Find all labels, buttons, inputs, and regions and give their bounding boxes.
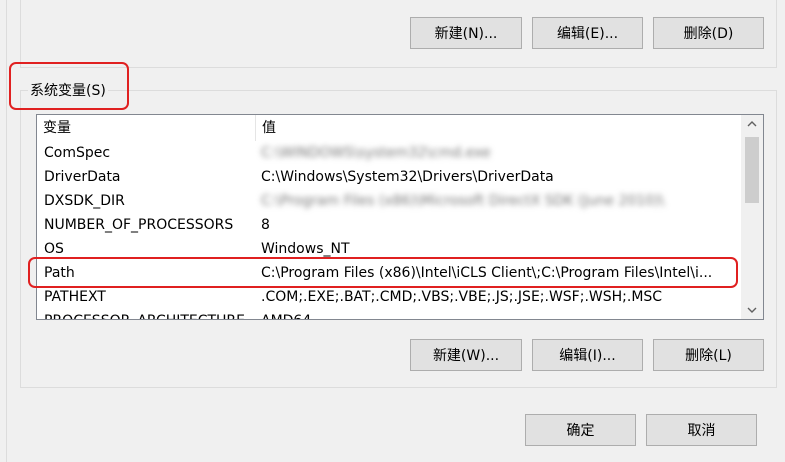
cancel-button[interactable]: 取消 [646,414,757,446]
list-rows: ComSpec C:\WINDOWS\system32\cmd.exe Driver… [37,141,741,319]
variable-name: PROCESSOR_ARCHITECTURE [44,309,252,319]
table-row[interactable]: PATHEXT .COM;.EXE;.BAT;.CMD;.VBS;.VBE;.JS… [37,285,741,309]
variable-name: ComSpec [44,145,111,161]
table-row[interactable]: ComSpec C:\WINDOWS\system32\cmd.exe [37,141,741,165]
variable-name: OS [44,241,64,257]
table-row[interactable]: Path C:\Program Files (x86)\Intel\iCLS Cl… [37,261,741,285]
variable-value-obscured: C:\Program Files (x86)\Microsoft DirectX… [261,193,665,209]
scroll-down-arrow-icon[interactable] [741,301,763,319]
user-delete-button[interactable]: 删除(D) [653,17,764,49]
vertical-scrollbar[interactable] [741,115,763,319]
table-row[interactable]: NUMBER_OF_PROCESSORS 8 [37,213,741,237]
variable-name: DXSDK_DIR [44,193,125,209]
window-left-edge [0,0,7,462]
variable-name: NUMBER_OF_PROCESSORS [44,217,234,233]
variable-name: PATHEXT [44,289,106,305]
user-new-button[interactable]: 新建(N)... [410,17,522,49]
variable-value: Windows_NT [261,241,350,257]
system-variables-title: 系统变量(S) [28,80,108,100]
variable-value: C:\Windows\System32\Drivers\DriverData [261,169,554,185]
table-row[interactable]: OS Windows_NT [37,237,741,261]
column-header-name[interactable]: 变量 [37,115,255,141]
column-header-value[interactable]: 值 [255,115,742,141]
system-variables-list[interactable]: 变量 值 ComSpec C:\WINDOWS\system32\cmd.exe D… [36,114,764,320]
table-row[interactable]: DXSDK_DIR C:\Program Files (x86)\Microsof… [37,189,741,213]
user-edit-button[interactable]: 编辑(E)... [532,17,643,49]
variable-value: .COM;.EXE;.BAT;.CMD;.VBS;.VBE;.JS;.JSE;.… [261,289,663,305]
variable-value: C:\Program Files (x86)\Intel\iCLS Client… [261,265,713,281]
variable-value: AMD64 [261,309,735,319]
scroll-up-arrow-icon[interactable] [741,115,763,133]
table-row[interactable]: PROCESSOR_ARCHITECTURE AMD64 [37,309,741,319]
variable-name: DriverData [44,169,121,185]
list-header: 变量 值 [37,115,741,141]
scrollbar-thumb[interactable] [745,137,759,203]
system-new-button[interactable]: 新建(W)... [410,339,522,371]
variable-name: Path [44,265,75,281]
variable-value: 8 [261,217,270,233]
ok-button[interactable]: 确定 [525,414,636,446]
system-delete-button[interactable]: 删除(L) [653,339,764,371]
variable-value-obscured: C:\WINDOWS\system32\cmd.exe [261,145,491,161]
system-edit-button[interactable]: 编辑(I)... [532,339,643,371]
table-row[interactable]: DriverData C:\Windows\System32\Drivers\Dr… [37,165,741,189]
